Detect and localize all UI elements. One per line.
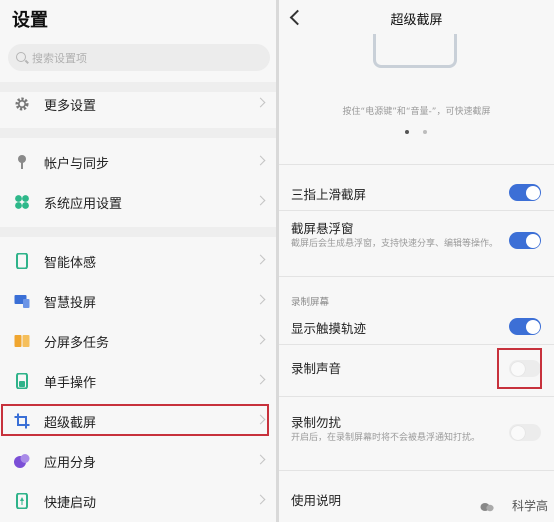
- setting-title: 截屏悬浮窗: [291, 221, 354, 236]
- floating-window-toggle[interactable]: [509, 232, 541, 249]
- gear-icon: [15, 97, 29, 111]
- chevron-right-icon: [255, 155, 266, 166]
- super-screenshot-panel: 超级截屏 按住“电源键”和“音量-”，可快速截屏 三指上滑截屏 截屏悬浮窗 截屏…: [279, 0, 554, 522]
- search-icon: [16, 52, 26, 62]
- toggle-knob: [510, 425, 525, 440]
- gesture-hint: 按住“电源键”和“音量-”，可快速截屏: [342, 107, 491, 117]
- settings-item-split-screen[interactable]: 分屏多任务: [0, 321, 276, 361]
- settings-item-one-hand[interactable]: 单手操作: [0, 361, 276, 401]
- divider: [279, 396, 554, 397]
- watermark: 科学高: [511, 499, 548, 513]
- page-title: 超级截屏: [390, 13, 443, 28]
- divider: [279, 210, 554, 211]
- page-dot-active: [405, 130, 409, 134]
- record-dnd-toggle[interactable]: [509, 424, 541, 441]
- divider: [0, 227, 276, 237]
- highlight-box: [1, 404, 269, 436]
- toggle-knob: [525, 319, 540, 334]
- setting-title: 三指上滑截屏: [291, 187, 367, 202]
- wechat-icon: [480, 503, 494, 512]
- settings-item-quick-launch[interactable]: 快捷启动: [0, 481, 276, 521]
- page-title: 设置: [12, 10, 48, 31]
- help-link[interactable]: 使用说明: [291, 490, 341, 509]
- settings-item-account[interactable]: 帐户与同步: [0, 142, 276, 182]
- cast-screen-icon: [14, 295, 30, 308]
- settings-item-system-apps[interactable]: 系统应用设置: [0, 182, 276, 222]
- settings-panel: 设置 搜索设置项 更多设置 帐户与同步 系统应用设置 智能体感 智慧投屏 分屏多…: [0, 0, 276, 522]
- clone-app-icon: [14, 454, 30, 468]
- quick-launch-icon: [16, 493, 28, 509]
- divider: [279, 344, 554, 345]
- split-screen-icon: [14, 335, 30, 347]
- settings-item-app-clone[interactable]: 应用分身: [0, 441, 276, 481]
- highlight-box: [497, 348, 542, 389]
- chevron-right-icon: [255, 195, 266, 206]
- chevron-right-icon: [255, 334, 266, 345]
- settings-item-label: 分屏多任务: [44, 336, 110, 351]
- settings-item-label: 智能体感: [44, 256, 97, 271]
- search-placeholder: 搜索设置项: [32, 52, 87, 65]
- show-touch-trace-toggle[interactable]: [509, 318, 541, 335]
- one-hand-icon: [16, 373, 28, 389]
- setting-title: 录制勿扰: [291, 415, 342, 430]
- three-finger-screenshot-toggle[interactable]: [509, 184, 541, 201]
- settings-item-more[interactable]: 更多设置: [0, 84, 276, 124]
- settings-item-label: 帐户与同步: [44, 157, 110, 172]
- settings-item-label: 系统应用设置: [44, 197, 123, 212]
- search-input[interactable]: 搜索设置项: [8, 44, 270, 71]
- divider: [0, 128, 276, 138]
- divider: [279, 470, 554, 471]
- chevron-right-icon: [255, 254, 266, 265]
- apps-icon: [15, 195, 29, 209]
- settings-item-label: 单手操作: [44, 376, 97, 391]
- chevron-right-icon: [255, 454, 266, 465]
- settings-item-label: 快捷启动: [44, 496, 97, 511]
- section-header: 录制屏幕: [291, 297, 330, 308]
- divider: [279, 276, 554, 277]
- divider: [279, 164, 554, 165]
- setting-description: 开启后，在录制屏幕时将不会被悬浮通知打扰。: [291, 433, 481, 443]
- phone-sense-icon: [16, 253, 28, 269]
- chevron-right-icon: [255, 374, 266, 385]
- page-dot: [423, 130, 427, 134]
- settings-item-cast[interactable]: 智慧投屏: [0, 281, 276, 321]
- account-pin-icon: [18, 155, 26, 169]
- setting-description: 截屏后会生成悬浮窗，支持快速分享、编辑等操作。: [291, 239, 499, 249]
- toggle-knob: [525, 233, 540, 248]
- phone-illustration: [373, 34, 457, 68]
- chevron-right-icon: [255, 494, 266, 505]
- settings-item-smart-sense[interactable]: 智能体感: [0, 241, 276, 281]
- setting-title: 录制声音: [291, 361, 342, 376]
- chevron-right-icon: [255, 97, 266, 108]
- settings-item-label: 应用分身: [44, 456, 97, 471]
- settings-item-label: 智慧投屏: [44, 296, 97, 311]
- setting-title: 显示触摸轨迹: [291, 321, 367, 336]
- toggle-knob: [525, 185, 540, 200]
- settings-item-label: 更多设置: [44, 99, 97, 114]
- chevron-right-icon: [255, 294, 266, 305]
